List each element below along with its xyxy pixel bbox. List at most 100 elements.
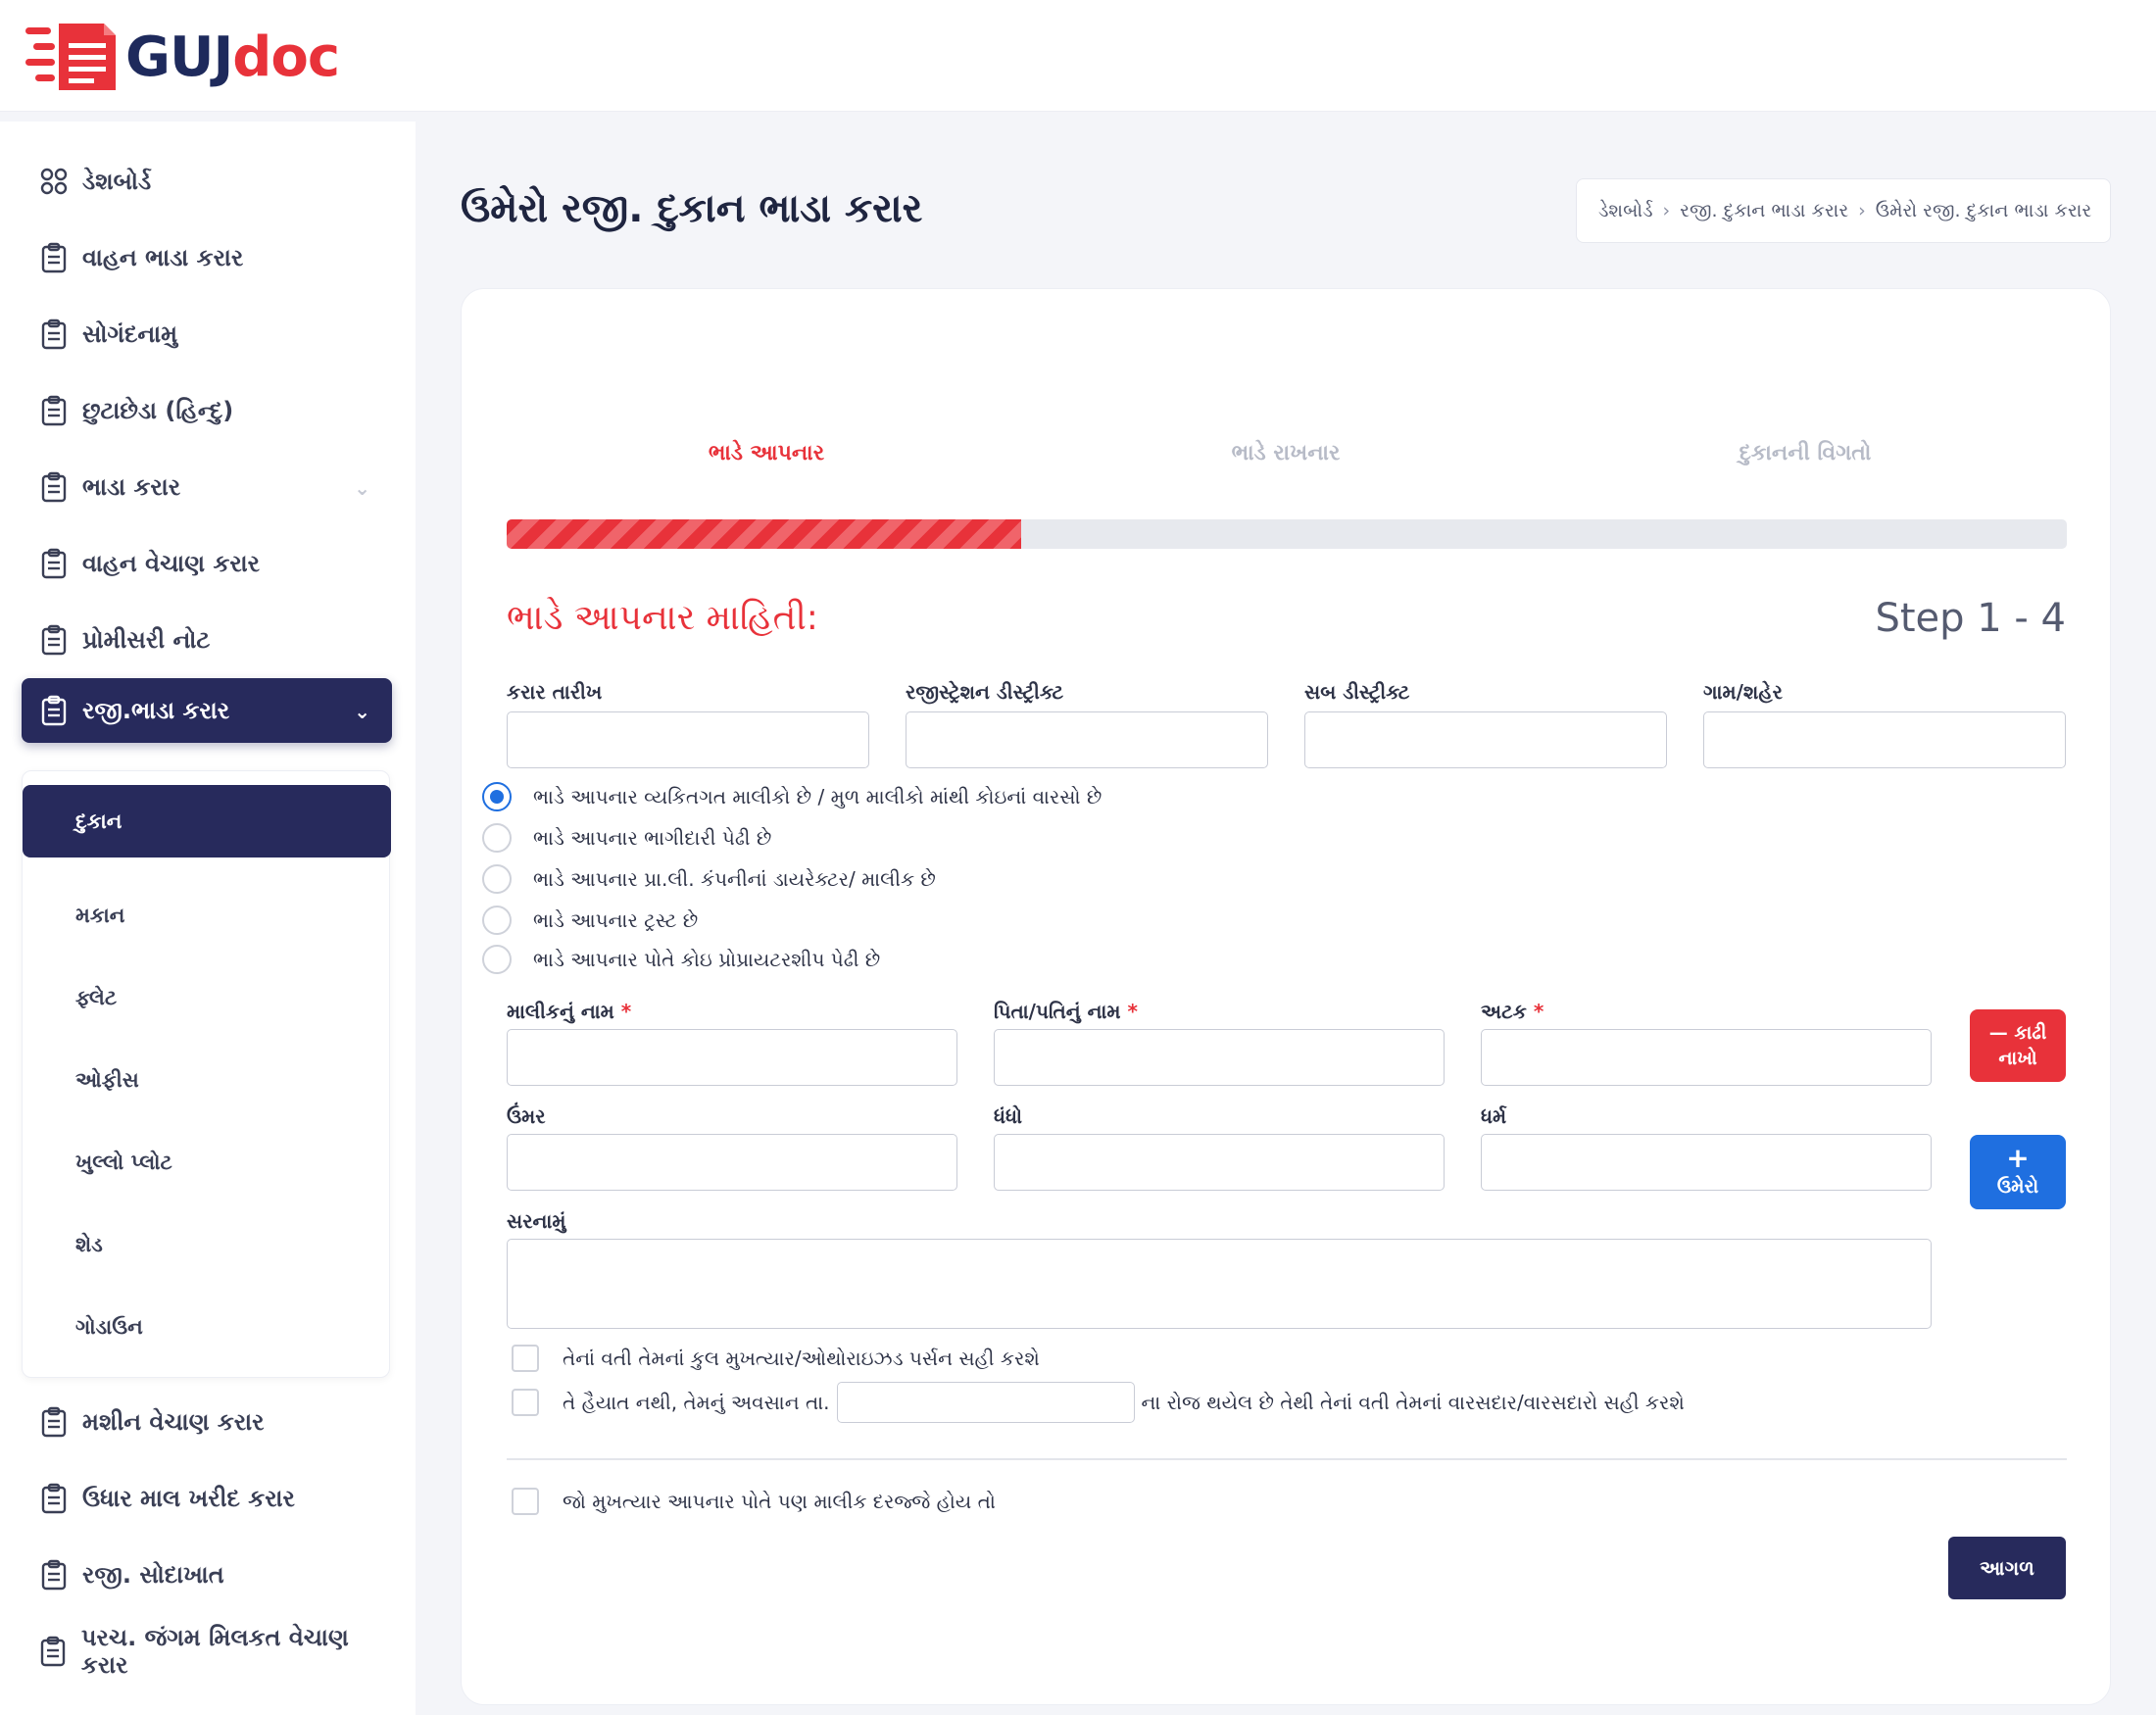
radio-label: ભાડે આપનાર ટ્રસ્ટ છે (533, 908, 699, 932)
clipboard-icon (39, 394, 69, 427)
sidebar-item-affidavit[interactable]: સોગંદનામુ (22, 302, 392, 367)
address-textarea[interactable] (507, 1239, 1932, 1329)
step-counter: Step 1 - 4 (1875, 596, 2066, 641)
sidebar-item-label: વાહન ભાડા કરાર (82, 244, 244, 271)
dashboard-grid-icon (39, 165, 69, 198)
remove-owner-button[interactable]: — કાઢી નાખો (1970, 1009, 2066, 1082)
checkbox-label: તે હૈયાત નથી, તેમનું અવસાન તા. (563, 1391, 830, 1414)
submenu-item-label: દુકાન (75, 808, 122, 833)
breadcrumb-link-reg-shop-rent[interactable]: રજી. દુકાન ભાડા કરાર (1680, 200, 1848, 221)
occupation-input[interactable] (994, 1134, 1445, 1191)
radio-company-director[interactable]: ભાડે આપનાર પ્રા.લી. કંપનીનાં ડાયરેક્ટર/ … (482, 864, 936, 894)
occupation-label: ધંધો (994, 1104, 1022, 1128)
sidebar-item-credit-purchase[interactable]: ઉધાર માલ ખરીદ કરાર (22, 1466, 392, 1531)
clipboard-icon (39, 1482, 69, 1515)
sidebar-item-label: પ્રોમીસરી નોટ (82, 626, 211, 654)
radio-icon (482, 864, 512, 894)
add-owner-button[interactable]: + ઉમેરો (1970, 1135, 2066, 1209)
sub-district-input[interactable] (1304, 711, 1667, 768)
sidebar-item-reg-deal[interactable]: રજી. સોદાખાત (22, 1543, 392, 1607)
page-title: ઉમેરો રજી. દુકાન ભાડા કરાર (461, 186, 923, 231)
plus-icon: + (2006, 1141, 2030, 1174)
tab-lessee[interactable]: ભાડે રાખનાર (1090, 441, 1482, 466)
death-date-input[interactable] (837, 1382, 1136, 1423)
submenu-item-open-plot[interactable]: ખુલ્લો પ્લોટ (23, 1126, 391, 1199)
age-input[interactable] (507, 1134, 957, 1191)
sidebar-item-label: ડેશબોર્ડ (82, 168, 152, 195)
section-title: ભાડે આપનાર માહિતી: (507, 598, 818, 638)
sidebar-item-label: પરચ. જંગમ મિલકત વેચાણ કરાર (80, 1624, 349, 1679)
tab-shop-details[interactable]: દુકાનની વિગતો (1609, 441, 2001, 466)
submenu-item-label: મકાન (75, 903, 125, 927)
sidebar-item-reg-rent-agreement[interactable]: રજી.ભાડા કરાર ⌄ (22, 678, 392, 743)
radio-icon (482, 906, 512, 935)
sidebar-item-label: ભાડા કરાર (82, 473, 181, 501)
surname-input[interactable] (1481, 1029, 1932, 1086)
brand-logo[interactable]: GUJdoc (25, 20, 340, 94)
chevron-down-icon: ⌄ (354, 476, 370, 500)
clipboard-icon (39, 623, 69, 657)
village-city-label: ગામ/શહેર (1703, 680, 1783, 704)
sidebar: ડેશબોર્ડ વાહન ભાડા કરાર સોગંદનામુ છુટાછે… (0, 122, 416, 1715)
sidebar-item-vehicle-sale[interactable]: વાહન વેચાણ કરાર (22, 531, 392, 596)
sidebar-item-label: રજી. સોદાખાત (82, 1561, 224, 1589)
religion-input[interactable] (1481, 1134, 1932, 1191)
checkbox-poa[interactable] (512, 1345, 539, 1372)
sidebar-item-label: ઉધાર માલ ખરીદ કરાર (82, 1485, 295, 1512)
sidebar-item-movable-property-sale[interactable]: પરચ. જંગમ મિલકત વેચાણ કરાર (22, 1619, 392, 1684)
radio-label: ભાડે આપનાર પોતે કોઇ પ્રોપ્રાયટરશીપ પેઢી … (533, 948, 881, 971)
address-label: સરનામું (507, 1209, 566, 1233)
sidebar-item-label: સોગંદનામુ (82, 320, 178, 348)
radio-proprietorship[interactable]: ભાડે આપનાર પોતે કોઇ પ્રોપ્રાયટરશીપ પેઢી … (482, 945, 880, 974)
submenu-item-office[interactable]: ઓફીસ (23, 1044, 391, 1116)
submenu-item-shop[interactable]: દુકાન (23, 785, 391, 858)
submenu-item-label: શેડ (75, 1232, 103, 1256)
checkbox-row-poa[interactable]: તેનાં વતી તેમનાં કુલ મુખત્યાર/ઓથોરાઇઝડ પ… (512, 1345, 1040, 1372)
clipboard-icon (39, 470, 69, 504)
checkbox-label: જો મુખત્યાર આપનાર પોતે પણ માલીક દરજ્જે હ… (563, 1490, 996, 1513)
agreement-date-input[interactable] (507, 711, 869, 768)
progress-bar (507, 519, 2067, 549)
reg-district-input[interactable] (906, 711, 1268, 768)
submenu-item-godown[interactable]: ગોડાઉન (23, 1291, 391, 1363)
checkbox-deceased[interactable] (512, 1389, 539, 1416)
clipboard-icon (39, 241, 69, 274)
submenu-item-shed[interactable]: શેડ (23, 1208, 391, 1281)
sidebar-item-promissory-note[interactable]: પ્રોમીસરી નોટ (22, 608, 392, 672)
radio-icon (482, 823, 512, 853)
religion-label: ધર્મ (1481, 1104, 1507, 1128)
submenu-item-flat[interactable]: ફ્લેટ (23, 961, 391, 1034)
checkbox-row-poa-owner[interactable]: જો મુખત્યાર આપનાર પોતે પણ માલીક દરજ્જે હ… (512, 1488, 996, 1515)
radio-icon (482, 945, 512, 974)
radio-partnership-firm[interactable]: ભાડે આપનાર ભાગીદારી પેઢી છે (482, 823, 771, 853)
sidebar-item-dashboard[interactable]: ડેશબોર્ડ (22, 149, 392, 214)
radio-trust[interactable]: ભાડે આપનાર ટ્રસ્ટ છે (482, 906, 698, 935)
checkbox-poa-owner[interactable] (512, 1488, 539, 1515)
sidebar-item-machine-sale[interactable]: મશીન વેચાણ કરાર (22, 1390, 392, 1454)
next-button[interactable]: આગળ (1948, 1537, 2066, 1599)
sidebar-item-label: મશીન વેચાણ કરાર (82, 1408, 265, 1436)
sidebar-item-divorce[interactable]: છુટાછેડા (હિન્દુ) (22, 378, 392, 443)
owner-name-input[interactable] (507, 1029, 957, 1086)
sidebar-item-vehicle-rent[interactable]: વાહન ભાડા કરાર (22, 225, 392, 290)
breadcrumb-current: ઉમેરો રજી. દુકાન ભાડા કરાર (1875, 200, 2092, 221)
clipboard-icon (39, 547, 69, 580)
checkbox-label: તેનાં વતી તેમનાં કુલ મુખત્યાર/ઓથોરાઇઝડ પ… (563, 1347, 1040, 1370)
tab-lessor[interactable]: ભાડે આપનાર (570, 441, 962, 466)
submenu-reg-rent: દુકાન મકાન ફ્લેટ ઓફીસ ખુલ્લો પ્લોટ શેડ ગ… (22, 770, 391, 1378)
reg-district-label: રજીસ્ટ્રેશન ડીસ્ટ્રીક્ટ (906, 680, 1064, 704)
age-label: ઉંમર (507, 1104, 546, 1128)
submenu-item-label: ગોડાઉન (75, 1314, 143, 1339)
chevron-right-icon: › (1858, 200, 1866, 221)
checkbox-row-deceased[interactable]: તે હૈયાત નથી, તેમનું અવસાન તા. ના રોજ થય… (512, 1382, 1685, 1423)
owner-name-label: માલીકનું નામ * (507, 1000, 632, 1023)
village-city-input[interactable] (1703, 711, 2066, 768)
progress-fill (507, 519, 1022, 549)
top-bar: GUJdoc (0, 0, 2156, 112)
breadcrumb-link-dashboard[interactable]: ડેશબોર્ડ (1598, 200, 1653, 221)
father-name-input[interactable] (994, 1029, 1445, 1086)
radio-individual-owner[interactable]: ભાડે આપનાર વ્યકિતગત માલીકો છે / મુળ માલી… (482, 782, 1102, 811)
sidebar-item-rent-agreement[interactable]: ભાડા કરાર ⌄ (22, 455, 392, 519)
submenu-item-house[interactable]: મકાન (23, 879, 391, 952)
sidebar-item-label: વાહન વેચાણ કરાર (82, 550, 261, 577)
